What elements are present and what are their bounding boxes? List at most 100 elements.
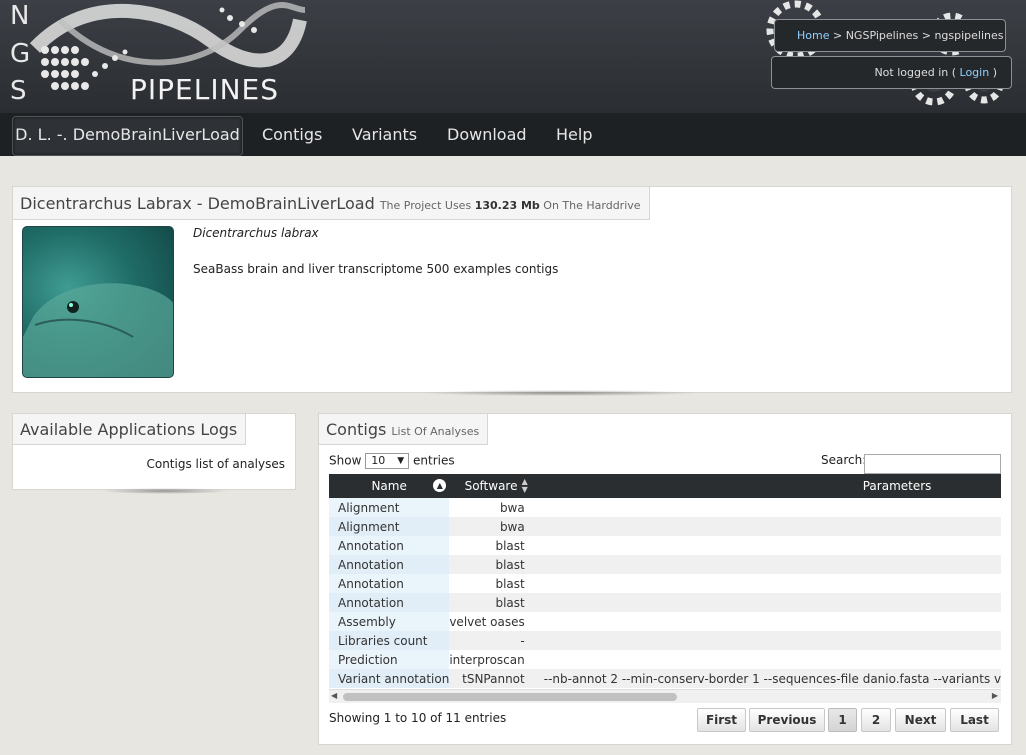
fish-illustration bbox=[23, 283, 173, 377]
cell-name: Annotation bbox=[329, 574, 450, 593]
cell-name: Annotation bbox=[329, 536, 450, 555]
main-nav: D. L. -. DemoBrainLiverLoad Contigs Vari… bbox=[0, 113, 1026, 156]
panel-shadow bbox=[100, 488, 230, 494]
first-page-button[interactable]: First bbox=[697, 708, 746, 732]
species-image bbox=[22, 226, 174, 378]
login-prefix: Not logged in ( bbox=[874, 66, 960, 79]
horizontal-scrollbar[interactable]: ◀ ▶ bbox=[329, 689, 1001, 703]
cell-params bbox=[532, 574, 1001, 593]
site-header: N G S PIPELINES Home > NGSPipelines > ng… bbox=[0, 0, 1026, 113]
project-title-bar: Dicentrarchus Labrax - DemoBrainLiverLoa… bbox=[13, 187, 650, 220]
login-status: Not logged in ( Login ) bbox=[771, 56, 1012, 89]
column-header-name[interactable]: Name ▲ bbox=[329, 474, 450, 498]
table-info: Showing 1 to 10 of 11 entries bbox=[329, 711, 507, 725]
cell-software: bwa bbox=[449, 517, 533, 536]
search-label: Search: bbox=[821, 453, 867, 467]
cell-name: Alignment bbox=[329, 517, 450, 536]
nav-item-variants[interactable]: Variants bbox=[352, 113, 417, 156]
cell-software: - bbox=[449, 631, 533, 650]
cell-params bbox=[532, 498, 1001, 517]
cell-params bbox=[532, 631, 1001, 650]
contigs-title: Contigs bbox=[326, 420, 387, 439]
breadcrumb: Home > NGSPipelines > ngspipelines bbox=[774, 19, 1006, 52]
last-page-button[interactable]: Last bbox=[950, 708, 999, 732]
entries-label: entries bbox=[413, 453, 455, 468]
table-row[interactable]: Annotation blast bbox=[329, 555, 1001, 574]
table-row[interactable]: Variant annotation tSNPannot --nb-annot 2 … bbox=[329, 669, 1001, 688]
column-header-label: Name bbox=[371, 479, 407, 493]
cell-name: Libraries count bbox=[329, 631, 450, 650]
cell-params bbox=[532, 650, 1001, 669]
show-entries-select[interactable]: 10 ▼ bbox=[365, 453, 410, 469]
breadcrumb-separator: > bbox=[829, 29, 846, 42]
panel-shadow bbox=[420, 390, 700, 396]
nav-item-contigs[interactable]: Contigs bbox=[262, 113, 322, 156]
logs-panel: Available Applications Logs Contigs list… bbox=[12, 413, 296, 490]
species-name: Dicentrarchus labrax bbox=[193, 226, 319, 240]
cell-software: velvet oases bbox=[449, 612, 533, 631]
next-page-button[interactable]: Next bbox=[895, 708, 946, 732]
cell-params bbox=[532, 555, 1001, 574]
contigs-title-bar: Contigs List Of Analyses bbox=[319, 414, 489, 445]
cell-software: blast bbox=[449, 593, 533, 612]
table-row[interactable]: Annotation blast bbox=[329, 593, 1001, 612]
analyses-table-wrapper: Name ▲ Software ▲ ▼ Parameters Alignment b… bbox=[329, 474, 1001, 690]
cell-params: --nb-annot 2 --min-conserv-border 1 --se… bbox=[532, 669, 1001, 688]
table-row[interactable]: Alignment bwa bbox=[329, 498, 1001, 517]
column-header-parameters[interactable]: Parameters bbox=[532, 474, 1001, 498]
cell-name: Prediction bbox=[329, 650, 450, 669]
sort-asc-icon: ▲ bbox=[433, 479, 447, 492]
contigs-subtitle: List Of Analyses bbox=[391, 425, 480, 438]
usage-prefix: The Project Uses bbox=[379, 199, 475, 212]
ngs-pipelines-logo[interactable]: N G S PIPELINES bbox=[0, 0, 330, 113]
logs-link-contigs[interactable]: Contigs list of analyses bbox=[146, 457, 285, 471]
page-2-button[interactable]: 2 bbox=[861, 708, 891, 732]
table-row[interactable]: Annotation blast bbox=[329, 536, 1001, 555]
nav-item-help[interactable]: Help bbox=[556, 113, 592, 156]
login-link[interactable]: Login bbox=[960, 66, 990, 79]
logo-letter-g: G bbox=[10, 39, 30, 69]
cell-name: Annotation bbox=[329, 593, 450, 612]
show-entries-value: 10 bbox=[371, 454, 386, 467]
previous-page-button[interactable]: Previous bbox=[749, 708, 825, 732]
nav-item-download[interactable]: Download bbox=[447, 113, 527, 156]
column-header-label: Software bbox=[464, 479, 518, 493]
project-description: SeaBass brain and liver transcriptome 50… bbox=[193, 262, 559, 276]
sort-both-icon: ▲ ▼ bbox=[521, 477, 528, 494]
nav-item-project[interactable]: D. L. -. DemoBrainLiverLoad bbox=[12, 116, 243, 156]
breadcrumb-separator: > bbox=[918, 29, 935, 42]
scroll-left-icon[interactable]: ◀ bbox=[331, 691, 337, 700]
show-entries: Show 10 ▼ entries bbox=[329, 453, 455, 469]
cell-name: Assembly bbox=[329, 612, 450, 631]
cell-params bbox=[532, 593, 1001, 612]
table-row[interactable]: Alignment bwa bbox=[329, 517, 1001, 536]
cell-name: Variant annotation bbox=[329, 669, 450, 688]
project-title: Dicentrarchus Labrax - DemoBrainLiverLoa… bbox=[20, 194, 375, 213]
login-suffix: ) bbox=[989, 66, 997, 79]
logo-letter-n: N bbox=[10, 1, 29, 31]
cell-software: interproscan bbox=[449, 650, 533, 669]
breadcrumb-current: ngspipelines bbox=[934, 29, 1004, 42]
table-row[interactable]: Assembly velvet oases bbox=[329, 612, 1001, 631]
cell-software: tSNPannot bbox=[449, 669, 533, 688]
scrollbar-thumb[interactable] bbox=[343, 693, 677, 701]
page-1-button[interactable]: 1 bbox=[828, 708, 857, 732]
cell-params bbox=[532, 517, 1001, 536]
logo-letter-s: S bbox=[10, 76, 27, 106]
cell-software: bwa bbox=[449, 498, 533, 517]
table-row[interactable]: Libraries count - bbox=[329, 631, 1001, 650]
cell-software: blast bbox=[449, 555, 533, 574]
cell-software: blast bbox=[449, 574, 533, 593]
table-row[interactable]: Prediction interproscan bbox=[329, 650, 1001, 669]
breadcrumb-project: NGSPipelines bbox=[845, 29, 919, 42]
breadcrumb-home-link[interactable]: Home bbox=[797, 29, 829, 42]
column-header-software[interactable]: Software ▲ ▼ bbox=[449, 474, 533, 498]
scroll-right-icon[interactable]: ▶ bbox=[992, 691, 998, 700]
chevron-down-icon: ▼ bbox=[397, 456, 405, 466]
cell-name: Annotation bbox=[329, 555, 450, 574]
analyses-table: Name ▲ Software ▲ ▼ Parameters Alignment b… bbox=[329, 474, 1001, 688]
cell-params bbox=[532, 536, 1001, 555]
table-row[interactable]: Annotation blast bbox=[329, 574, 1001, 593]
usage-value: 130.23 Mb bbox=[474, 199, 540, 212]
search-input[interactable] bbox=[864, 454, 1001, 474]
